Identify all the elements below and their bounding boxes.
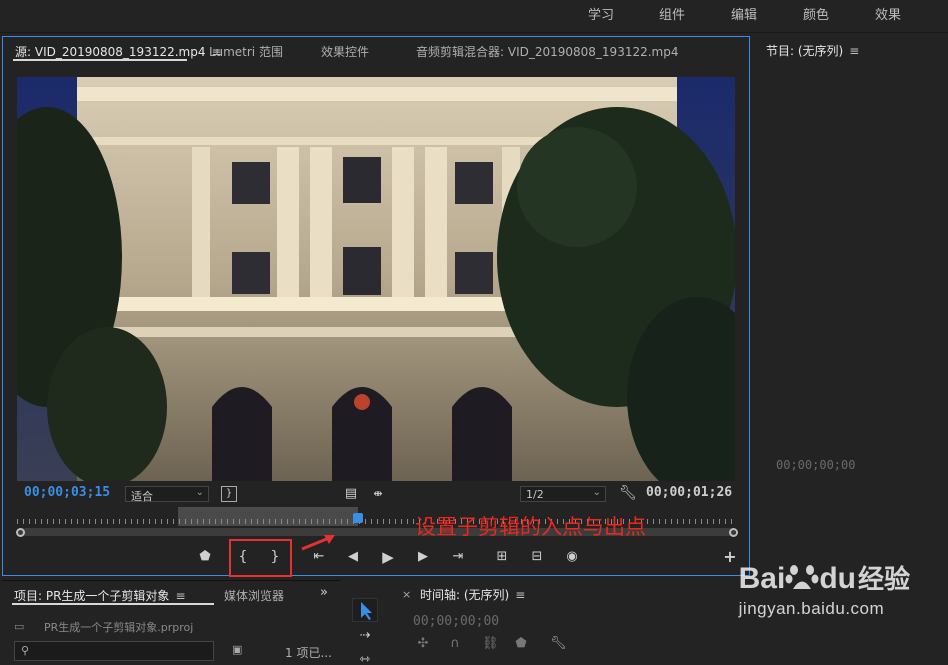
baidu-watermark: Bai du经验 jingyan.baidu.com xyxy=(739,562,910,619)
zoom-fit-dropdown[interactable]: 适合 ⌄ xyxy=(125,486,209,503)
add-marker-icon[interactable]: ⬟ xyxy=(198,549,212,565)
workspace-assembly[interactable]: 组件 xyxy=(659,4,685,23)
tab-project-label: 项目: PR生成一个子剪辑对象 xyxy=(14,589,170,603)
video-frame xyxy=(17,77,735,481)
panel-menu-icon[interactable]: ≡ xyxy=(515,588,525,602)
workspace-effects[interactable]: 效果 xyxy=(875,4,901,23)
search-icon: ⚲ xyxy=(21,644,30,657)
export-frame-icon[interactable]: ◉ xyxy=(563,549,581,565)
new-bin-icon[interactable]: ▣ xyxy=(232,643,242,656)
track-select-tool-icon[interactable]: ⇢ xyxy=(355,628,375,644)
tab-audio-clip-mixer[interactable]: 音频剪辑混合器: VID_20190808_193122.mp4 xyxy=(416,43,679,60)
scroll-handle-right[interactable] xyxy=(729,528,738,537)
play-icon[interactable]: ▶︎ xyxy=(380,549,396,565)
chevron-down-icon: ⌄ xyxy=(195,487,204,498)
watermark-brand-cn: 经验 xyxy=(857,564,910,594)
close-icon[interactable]: × xyxy=(402,588,411,601)
tab-effect-controls[interactable]: 效果控件 xyxy=(321,43,369,60)
panel-menu-icon[interactable]: ≡ xyxy=(175,589,185,603)
program-monitor-panel: 节目: (无序列) ≡ 00;00;00;00 xyxy=(756,36,948,576)
playhead[interactable] xyxy=(353,513,363,523)
ripple-edit-tool-icon[interactable]: ⇿ xyxy=(355,652,375,665)
step-back-icon[interactable]: ◀︎ xyxy=(345,549,361,565)
drag-video-only-icon[interactable]: } xyxy=(221,486,237,502)
more-panels-icon[interactable]: » xyxy=(320,585,328,600)
tab-source[interactable]: 源: VID_20190808_193122.mp4 ≡ xyxy=(15,43,222,60)
insert-icon[interactable]: ⊞ xyxy=(492,549,512,565)
annotation-text: 设置子剪辑的入点与出点 xyxy=(415,515,646,539)
workspace-editing[interactable]: 编辑 xyxy=(731,4,757,23)
items-count: 1 项已... xyxy=(285,646,332,660)
selection-tool-icon[interactable] xyxy=(352,598,378,622)
current-timecode[interactable]: 00;00;03;15 xyxy=(24,485,110,500)
snap-icon[interactable]: ∩ xyxy=(448,636,462,652)
building-night-image xyxy=(17,77,735,481)
panel-menu-icon[interactable]: ≡ xyxy=(849,44,859,58)
watermark-brand: Bai xyxy=(738,562,786,595)
step-forward-icon[interactable]: ▶︎ xyxy=(415,549,431,565)
paw-logo-icon xyxy=(785,562,819,592)
tab-source-label: 源: VID_20190808_193122.mp4 xyxy=(15,45,206,59)
scroll-handle-left[interactable] xyxy=(16,528,25,537)
go-to-out-icon[interactable]: ⇥ xyxy=(449,549,467,565)
watermark-url: jingyan.baidu.com xyxy=(738,599,885,618)
project-file-label: PR生成一个子剪辑对象.prproj xyxy=(44,621,194,634)
resolution-value: 1/2 xyxy=(526,488,544,501)
drag-audio-only-icon[interactable]: ⇼ xyxy=(369,486,387,502)
project-panel: 项目: PR生成一个子剪辑对象 ≡ 媒体浏览器 » ▭ PR生成一个子剪辑对象.p… xyxy=(2,580,340,665)
resolution-dropdown[interactable]: 1/2 ⌄ xyxy=(520,486,606,502)
linked-selection-icon[interactable]: ⛓︎ xyxy=(482,636,499,652)
tab-timeline-label: 时间轴: (无序列) xyxy=(420,588,510,602)
add-marker-icon[interactable]: ⬟ xyxy=(514,636,528,652)
folder-icon: ▭ xyxy=(14,620,25,633)
tab-program[interactable]: 节目: (无序列) ≡ xyxy=(766,42,859,59)
duration-timecode: 00;00;01;26 xyxy=(646,485,733,500)
project-search-input[interactable]: ⚲ xyxy=(14,641,214,661)
wrench-icon[interactable]: 🔧︎ xyxy=(550,636,567,652)
tab-timeline[interactable]: 时间轴: (无序列) ≡ xyxy=(420,586,525,603)
workspace-bar: 学习 组件 编辑 颜色 效果 xyxy=(0,0,948,33)
tab-lumetri-scopes[interactable]: Lumetri 范围 xyxy=(209,43,283,60)
source-monitor-panel: 源: VID_20190808_193122.mp4 ≡ Lumetri 范围 效… xyxy=(2,36,750,577)
watermark-brand-2: du xyxy=(819,562,856,595)
zoom-fit-value: 适合 xyxy=(131,490,153,503)
active-tab-indicator xyxy=(13,59,187,61)
nest-icon[interactable]: ✣ xyxy=(416,636,430,652)
add-button-icon[interactable]: + xyxy=(722,549,738,565)
annotation-arrow-icon xyxy=(301,535,335,551)
active-tab-indicator xyxy=(12,603,214,605)
timeline-timecode: 00;00;00;00 xyxy=(413,614,500,629)
workspace-color[interactable]: 颜色 xyxy=(803,4,829,23)
chevron-down-icon: ⌄ xyxy=(592,487,601,498)
wrench-icon[interactable]: 🔧︎ xyxy=(619,485,637,501)
tab-project[interactable]: 项目: PR生成一个子剪辑对象 ≡ xyxy=(14,587,186,604)
annotation-highlight-box xyxy=(229,539,292,577)
settings-film-icon[interactable]: ▤ xyxy=(343,486,359,502)
overwrite-icon[interactable]: ⊟ xyxy=(527,549,547,565)
tools-panel: ⇢ ⇿ xyxy=(343,580,387,665)
workspace-learn[interactable]: 学习 xyxy=(588,4,614,23)
program-timecode: 00;00;00;00 xyxy=(776,458,856,472)
tab-program-label: 节目: (无序列) xyxy=(766,44,844,58)
tab-media-browser[interactable]: 媒体浏览器 xyxy=(224,587,284,604)
